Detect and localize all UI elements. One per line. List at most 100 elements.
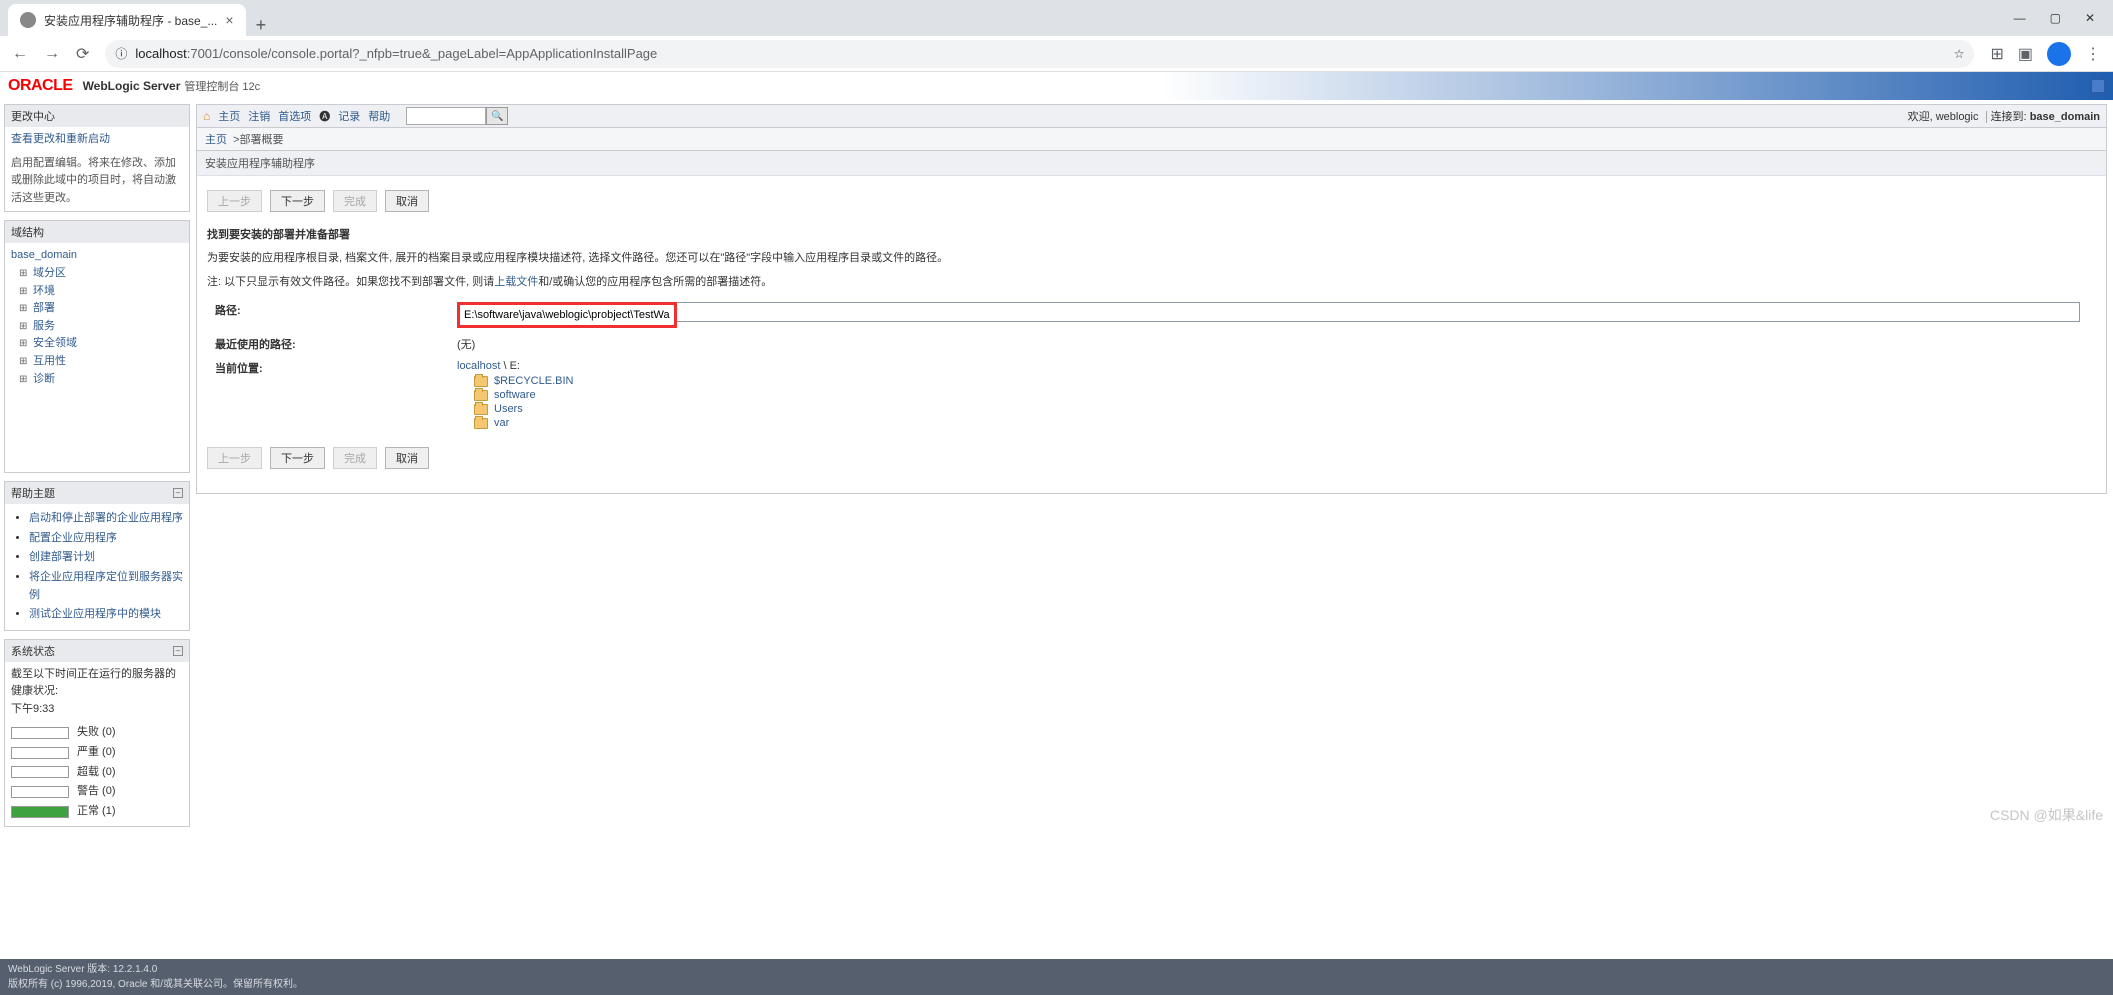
tab-title: 安装应用程序辅助程序 - base_... (44, 12, 217, 29)
record-icon[interactable]: 🅐 (319, 108, 330, 124)
help-topic-item[interactable]: 将企业应用程序定位到服务器实例 (29, 569, 183, 604)
home-icon[interactable]: ⌂ (203, 109, 210, 123)
help-topic-item[interactable]: 创建部署计划 (29, 549, 183, 567)
address-bar[interactable]: ⓘ localhost:7001/console/console.portal?… (105, 40, 1974, 68)
file-link[interactable]: var (494, 417, 509, 429)
change-center-panel: 更改中心 查看更改和重新启动 启用配置编辑。将来在修改、添加或删除此域中的项目时… (4, 104, 190, 212)
status-bar (11, 747, 69, 759)
minimize-icon[interactable]: — (2014, 11, 2026, 25)
next-button[interactable]: 下一步 (270, 190, 325, 212)
home-link[interactable]: 主页 (218, 108, 240, 124)
close-window-icon[interactable]: ✕ (2085, 11, 2095, 25)
status-timestamp: 下午9:33 (11, 701, 183, 719)
upload-files-link[interactable]: 上载文件 (494, 276, 538, 288)
domain-tree-item[interactable]: 安全领域 (11, 335, 183, 353)
current-location-host[interactable]: localhost (457, 360, 500, 372)
status-row: 正常 (1) (11, 803, 183, 821)
breadcrumb-current: 部署概要 (240, 134, 284, 146)
maximize-icon[interactable]: ▢ (2050, 11, 2061, 25)
help-topic-item[interactable]: 测试企业应用程序中的模块 (29, 606, 183, 624)
status-subtitle: 截至以下时间正在运行的服务器的健康状况: (11, 666, 183, 701)
profile-avatar[interactable] (2047, 42, 2071, 66)
help-topic-item[interactable]: 启动和停止部署的企业应用程序 (29, 510, 183, 528)
file-link[interactable]: software (494, 389, 536, 401)
window-controls: — ▢ ✕ (1996, 0, 2113, 36)
browser-tab[interactable]: 安装应用程序辅助程序 - base_... × (8, 4, 246, 36)
file-list-item[interactable]: $RECYCLE.BIN (457, 374, 2088, 388)
panel-title: 域结构 (5, 221, 189, 243)
status-bar (11, 786, 69, 798)
folder-icon (474, 376, 488, 387)
content-panel-title: 安装应用程序辅助程序 (197, 151, 2106, 176)
folder-icon (474, 390, 488, 401)
extensions-icon[interactable]: ⊞ (1990, 44, 2003, 64)
status-row: 严重 (0) (11, 744, 183, 762)
url-host: localhost (135, 46, 186, 61)
domain-root[interactable]: base_domain (11, 249, 77, 261)
status-label: 严重 (0) (77, 744, 116, 762)
status-row: 警告 (0) (11, 783, 183, 801)
finish-button[interactable]: 完成 (333, 447, 377, 469)
search-input[interactable] (406, 107, 486, 125)
welcome-text: 欢迎, weblogic (1908, 111, 1979, 123)
site-info-icon[interactable]: ⓘ (115, 45, 127, 62)
note-prefix: 注: 以下只显示有效文件路径。如果您找不到部署文件, 则请 (207, 276, 494, 288)
search-button[interactable]: 🔍 (486, 107, 508, 125)
side-panel-icon[interactable]: ▣ (2018, 44, 2033, 64)
back-icon[interactable]: ← (12, 45, 28, 63)
bookmark-icon[interactable]: ☆ (1954, 47, 1965, 61)
record-link[interactable]: 记录 (338, 108, 360, 124)
breadcrumb-home[interactable]: 主页 (205, 134, 227, 146)
domain-tree-item[interactable]: 服务 (11, 318, 183, 336)
tab-close-icon[interactable]: × (225, 12, 233, 28)
help-link[interactable]: 帮助 (368, 108, 390, 124)
cancel-button[interactable]: 取消 (385, 447, 429, 469)
back-button[interactable]: 上一步 (207, 190, 262, 212)
file-list-item[interactable]: Users (457, 402, 2088, 416)
status-label: 超载 (0) (77, 764, 116, 782)
status-row: 失败 (0) (11, 724, 183, 742)
footer-version: WebLogic Server 版本: 12.2.1.4.0 (8, 962, 2105, 977)
note-suffix: 和/或确认您的应用程序包含所需的部署描述符。 (538, 276, 772, 288)
cancel-button[interactable]: 取消 (385, 190, 429, 212)
panel-collapse-icon[interactable]: – (173, 488, 183, 498)
console-name: 管理控制台 12c (184, 78, 260, 94)
view-changes-link[interactable]: 查看更改和重新启动 (11, 133, 110, 145)
footer-copyright: 版权所有 (c) 1996,2019, Oracle 和/或其关联公司。保留所有… (8, 977, 2105, 992)
logout-link[interactable]: 注销 (248, 108, 270, 124)
folder-icon (474, 404, 488, 415)
wls-header: ORACLE WebLogic Server 管理控制台 12c (0, 72, 2113, 100)
file-list-item[interactable]: var (457, 416, 2088, 430)
path-input-extension[interactable] (677, 302, 2080, 322)
folder-icon (474, 418, 488, 429)
back-button[interactable]: 上一步 (207, 447, 262, 469)
preferences-link[interactable]: 首选项 (278, 108, 311, 124)
domain-tree-item[interactable]: 诊断 (11, 371, 183, 389)
file-link[interactable]: Users (494, 403, 523, 415)
finish-button[interactable]: 完成 (333, 190, 377, 212)
status-bar (11, 806, 69, 818)
top-toolbar: ⌂ 主页 注销 首选项 🅐 记录 帮助 🔍 欢迎, weblogic 连接到: … (196, 104, 2107, 128)
domain-tree-item[interactable]: 部署 (11, 300, 183, 318)
browser-toolbar: ← → ⟳ ⓘ localhost:7001/console/console.p… (0, 36, 2113, 72)
file-link[interactable]: $RECYCLE.BIN (494, 375, 573, 387)
status-row: 超载 (0) (11, 764, 183, 782)
domain-tree-item[interactable]: 域分区 (11, 265, 183, 283)
path-input[interactable] (460, 305, 674, 325)
menu-icon[interactable]: ⋮ (2085, 44, 2101, 64)
file-list-item[interactable]: software (457, 388, 2088, 402)
help-panel: 帮助主题 – 启动和停止部署的企业应用程序配置企业应用程序创建部署计划将企业应用程… (4, 481, 190, 631)
connected-label: 连接到: (1991, 111, 2027, 123)
reload-icon[interactable]: ⟳ (76, 44, 89, 64)
panel-collapse-icon[interactable]: – (173, 646, 183, 656)
next-button[interactable]: 下一步 (270, 447, 325, 469)
domain-tree-item[interactable]: 互用性 (11, 353, 183, 371)
header-corner-icon[interactable] (2091, 79, 2105, 93)
panel-title: 帮助主题 (11, 485, 55, 501)
browser-tab-strip: 安装应用程序辅助程序 - base_... × + — ▢ ✕ (0, 0, 2113, 36)
help-topic-item[interactable]: 配置企业应用程序 (29, 530, 183, 548)
product-name: WebLogic Server (83, 79, 181, 93)
new-tab-button[interactable]: + (246, 15, 277, 36)
domain-tree-item[interactable]: 环境 (11, 283, 183, 301)
forward-icon[interactable]: → (44, 45, 60, 63)
